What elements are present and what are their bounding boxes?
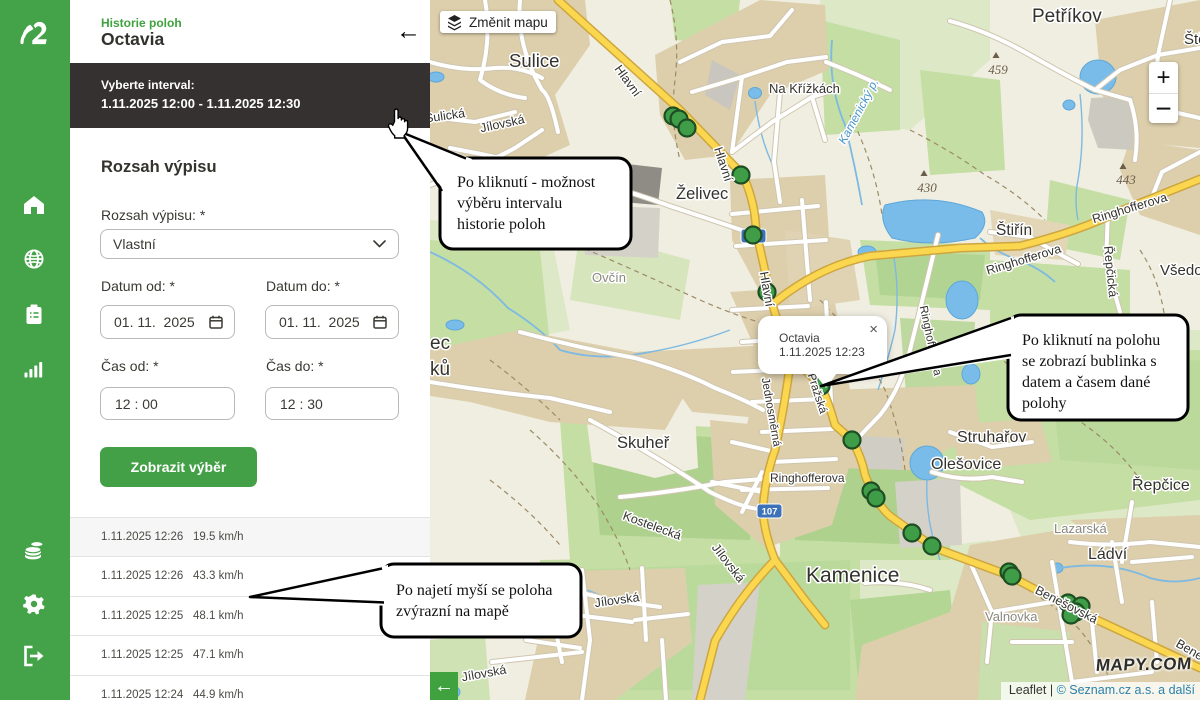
svg-text:Všedobrovic: Všedobrovic — [1160, 262, 1200, 279]
svg-text:Sulice: Sulice — [509, 50, 559, 71]
svg-text:Valnovka: Valnovka — [985, 609, 1038, 624]
svg-text:459: 459 — [988, 62, 1008, 77]
svg-text:430: 430 — [917, 180, 937, 195]
svg-text:Kamenice: Kamenice — [806, 564, 899, 587]
svg-text:Olešovice: Olešovice — [931, 456, 1001, 473]
svg-text:Ringhofferova: Ringhofferova — [770, 471, 845, 485]
svg-text:107: 107 — [762, 507, 778, 518]
svg-text:Lazarská: Lazarská — [1054, 521, 1108, 536]
svg-text:ků: ků — [430, 359, 450, 380]
svg-text:Želivec: Želivec — [676, 184, 728, 203]
svg-text:Na Křížkách: Na Křížkách — [769, 81, 840, 96]
svg-text:Struhařov: Struhařov — [957, 429, 1026, 446]
svg-text:Skuheř: Skuheř — [617, 434, 670, 452]
svg-text:Řepčice: Řepčice — [1132, 475, 1190, 494]
svg-text:443: 443 — [1116, 172, 1136, 187]
svg-text:ec: ec — [430, 333, 450, 354]
svg-text:Ovčín: Ovčín — [592, 270, 626, 285]
svg-text:Štiřín: Štiřín — [996, 222, 1032, 239]
svg-text:Ládví: Ládví — [1088, 546, 1128, 563]
svg-text:Ště: Ště — [1184, 31, 1200, 48]
svg-text:Petříkov: Petříkov — [1032, 6, 1102, 27]
